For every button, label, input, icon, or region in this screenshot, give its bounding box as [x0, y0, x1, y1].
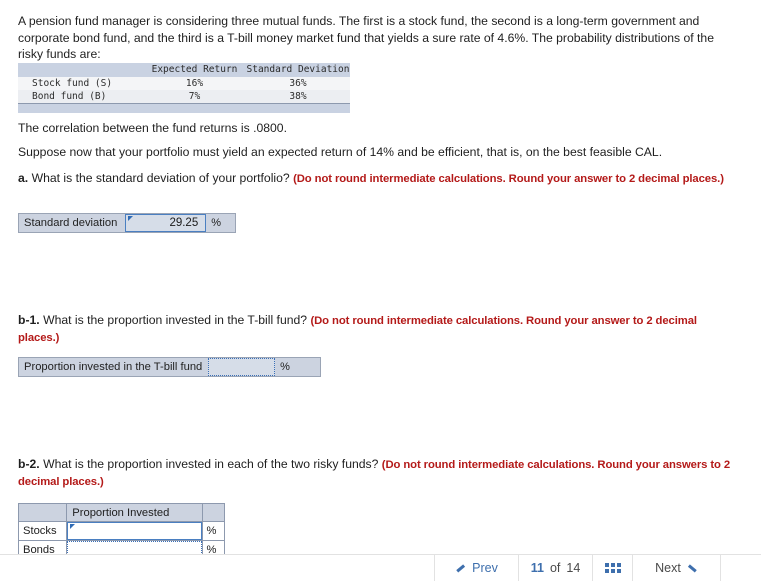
answer-a-unit: %	[211, 217, 221, 229]
arrow-right-icon	[687, 563, 698, 574]
row-label-stock-fund: Stock fund (S)	[18, 77, 143, 90]
question-b2-label: b-2.	[18, 457, 40, 471]
intro-paragraph: A pension fund manager is considering th…	[18, 14, 714, 61]
question-a-hint: (Do not round intermediate calculations.…	[293, 173, 724, 185]
answer-row-standard-deviation: Standard deviation 29.25 %	[18, 213, 236, 233]
bottom-navigation-bar: Prev 11 of 14 Next	[0, 554, 761, 581]
b2-header-blank	[17, 503, 68, 522]
next-label: Next	[655, 561, 681, 575]
question-b1-text: What is the proportion invested in the T…	[43, 313, 308, 327]
nav-end-spacer	[720, 555, 761, 581]
bond-expected-return: 7%	[143, 90, 246, 104]
answer-a-label: Standard deviation	[24, 217, 118, 229]
table-row: Bond fund (B) 7% 38%	[18, 90, 350, 104]
question-b2: b-2. What is the proportion invested in …	[18, 456, 734, 490]
page-of-label: of	[549, 561, 561, 575]
risky-funds-answer-table: Proportion Invested Stocks % Bonds %	[17, 503, 226, 560]
question-a-text: What is the standard deviation of your p…	[31, 171, 290, 185]
next-button[interactable]: Next	[632, 555, 720, 581]
fund-data-table: Expected Return Standard Deviation Stock…	[18, 63, 350, 113]
bond-standard-deviation: 38%	[246, 90, 350, 104]
stocks-unit: %	[201, 521, 226, 541]
header-blank	[18, 63, 143, 77]
grid-icon	[604, 563, 621, 573]
stocks-proportion-cell[interactable]	[66, 521, 203, 541]
suppose-statement: Suppose now that your portfolio must yie…	[18, 145, 663, 159]
table-row: Stock fund (S) 16% 36%	[18, 77, 350, 90]
question-a-label: a.	[18, 171, 29, 185]
answer-b1-label: Proportion invested in the T-bill fund	[24, 361, 203, 373]
stock-expected-return: 16%	[143, 77, 246, 90]
b2-header-unit-blank	[201, 503, 226, 522]
header-standard-deviation: Standard Deviation	[246, 63, 350, 77]
stocks-proportion-input[interactable]	[67, 522, 202, 540]
answer-row-tbill-proportion: Proportion invested in the T-bill fund %	[18, 357, 321, 377]
question-b1-label: b-1.	[18, 313, 40, 327]
page-current: 11	[530, 561, 544, 575]
question-grid-button[interactable]	[592, 555, 632, 581]
prev-button[interactable]: Prev	[434, 555, 518, 581]
standard-deviation-value: 29.25	[169, 217, 199, 229]
table-header-row: Expected Return Standard Deviation	[18, 63, 350, 77]
standard-deviation-input[interactable]: 29.25	[125, 214, 207, 232]
answer-b1-unit: %	[280, 361, 290, 373]
b2-header-row: Proportion Invested	[17, 503, 226, 522]
page-indicator: 11 of 14	[518, 555, 592, 581]
table-row: Stocks %	[17, 521, 226, 541]
question-b2-text: What is the proportion invested in each …	[43, 457, 379, 471]
b2-row-label-stocks: Stocks	[17, 521, 68, 541]
arrow-left-icon	[455, 563, 466, 574]
page-total: 14	[566, 561, 581, 575]
correlation-statement: The correlation between the fund returns…	[18, 121, 287, 135]
row-label-bond-fund: Bond fund (B)	[18, 90, 143, 104]
stock-standard-deviation: 36%	[246, 77, 350, 90]
question-a: a. What is the standard deviation of you…	[18, 170, 734, 187]
question-b1: b-1. What is the proportion invested in …	[18, 312, 734, 346]
caret-icon	[128, 216, 134, 221]
header-expected-return: Expected Return	[143, 63, 246, 77]
caret-icon	[70, 524, 76, 529]
question-page: A pension fund manager is considering th…	[0, 0, 761, 581]
table-footer-bar	[18, 103, 350, 113]
footer-bar-cell	[18, 103, 350, 113]
b2-header-proportion-invested: Proportion Invested	[66, 503, 203, 522]
prev-label: Prev	[472, 561, 498, 575]
tbill-proportion-input[interactable]	[208, 358, 276, 376]
